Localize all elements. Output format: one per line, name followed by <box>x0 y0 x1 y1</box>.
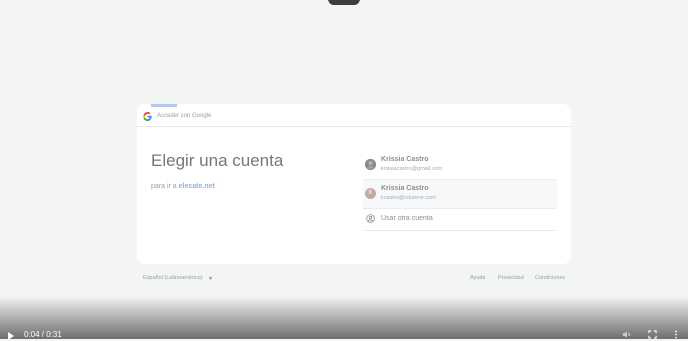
account-item-2[interactable]: K Krissia Castro kcastro@cdueme.com <box>363 179 557 209</box>
user-photo-icon <box>365 159 376 170</box>
avatar-photo <box>365 159 376 170</box>
window-top-handle <box>328 0 360 5</box>
footer-link-terms[interactable]: Condiciones <box>535 275 565 281</box>
google-logo-icon <box>143 112 152 121</box>
account-email: kcastro@cdueme.com <box>381 195 436 201</box>
footer-link-help[interactable]: Ayuda <box>470 275 486 281</box>
dropdown-caret-icon[interactable]: ▼ <box>208 276 213 282</box>
subtitle: para ir a elecate.net <box>151 183 215 190</box>
account-item-1[interactable]: Krissia Castro krissiacastro@gmail.com <box>363 151 557 179</box>
language-selector[interactable]: Español (Latinoamérica) <box>143 275 203 281</box>
more-icon[interactable] <box>674 330 678 341</box>
account-email: krissiacastro@gmail.com <box>381 166 443 172</box>
account-name: Krissia Castro <box>381 156 429 163</box>
video-controls-bar <box>0 296 688 339</box>
account-circle-icon <box>366 214 375 223</box>
volume-icon[interactable] <box>622 330 631 341</box>
use-another-account-button[interactable]: Usar otra cuenta <box>363 208 557 231</box>
page-title: Elegir una cuenta <box>151 151 284 170</box>
subtitle-prefix: para ir a <box>151 183 177 190</box>
use-another-account-label: Usar otra cuenta <box>381 215 433 222</box>
footer-link-privacy[interactable]: Privacidad <box>498 275 524 281</box>
card-header: Acceder con Google <box>137 104 571 127</box>
destination-link[interactable]: elecate.net <box>179 183 215 190</box>
video-time: 0:04 / 0:31 <box>24 330 62 339</box>
account-chooser-card: Acceder con Google Elegir una cuenta par… <box>137 104 571 264</box>
fullscreen-icon[interactable] <box>648 330 657 341</box>
avatar-letter: K <box>365 188 376 199</box>
account-name: Krissia Castro <box>381 185 429 192</box>
header-text: Acceder con Google <box>157 113 212 119</box>
